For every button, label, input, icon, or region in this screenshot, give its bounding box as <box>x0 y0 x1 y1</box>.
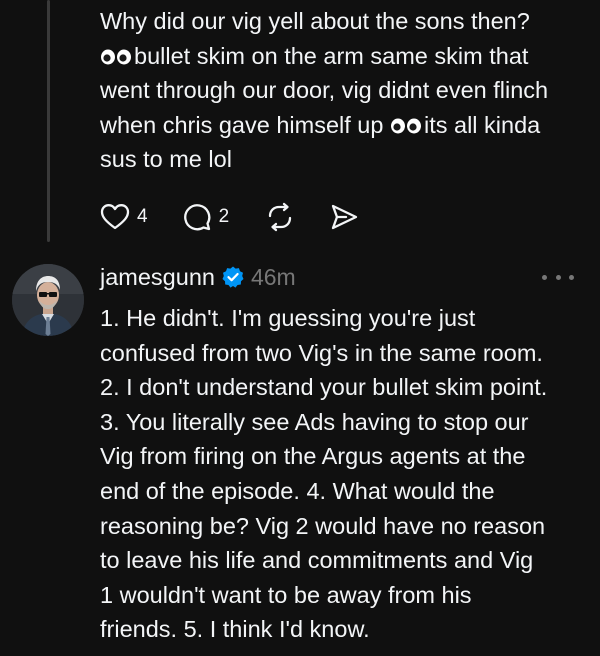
dot <box>555 274 561 280</box>
reply-post-text: 1. He didn't. I'm guessing you're just c… <box>100 301 590 647</box>
reply-line-1: 1. He didn't. I'm guessing you're just <box>100 305 476 331</box>
repost-icon <box>269 202 292 232</box>
reply-line-6: end of the episode. 4. What would the <box>100 477 495 504</box>
post-line-1: Why did our vig yell about the sons then… <box>100 8 530 34</box>
username[interactable]: jamesgunn <box>100 264 215 291</box>
share-button[interactable] <box>329 202 359 232</box>
reply-line-3: 2. I don't understand your bullet skim p… <box>100 374 548 401</box>
reply-line-8: to leave his life and commitments and Vi… <box>100 547 534 574</box>
eyes-emoji-icon <box>390 118 422 134</box>
more-options-icon[interactable] <box>542 266 574 288</box>
post-line-4: when chris gave himself up <box>100 111 384 138</box>
send-icon <box>332 204 358 230</box>
reply-line-2: confused from two Vig's in the same room… <box>100 339 543 366</box>
like-button[interactable]: 4 <box>100 203 148 231</box>
dot <box>542 274 547 280</box>
verified-badge-icon <box>222 266 244 288</box>
reply-button[interactable]: 2 <box>182 202 230 232</box>
reply-header: jamesgunn 46m <box>100 258 296 296</box>
profile-photo-icon <box>12 264 84 336</box>
post-timestamp: 46m <box>250 263 296 290</box>
eyes-emoji-icon <box>100 49 132 65</box>
post-line-4b: its all kinda <box>423 111 541 138</box>
like-count: 4 <box>137 206 148 227</box>
parent-post-text: Why did our vig yell about the sons then… <box>100 4 588 177</box>
post-action-bar: 4 2 <box>100 199 359 235</box>
avatar[interactable] <box>12 264 84 336</box>
comment-icon <box>183 204 210 231</box>
post-line-2: bullet skim on the arm same skim that <box>134 42 529 69</box>
reply-line-10: friends. 5. I think I'd know. <box>100 616 370 643</box>
repost-button[interactable] <box>265 202 295 232</box>
heart-icon <box>100 204 130 230</box>
post-line-3: went through our door, vig didnt even fl… <box>100 77 549 103</box>
dot <box>569 274 574 280</box>
thread-connector-line <box>47 0 50 242</box>
post-line-5: sus to me lol <box>100 146 232 172</box>
reply-line-7: reasoning be? Vig 2 would have no reason <box>100 512 546 539</box>
reply-line-5: Vig from firing on the Argus agents at t… <box>100 443 526 470</box>
reply-line-4: 3. You literally see Ads having to stop … <box>100 408 529 435</box>
reply-count: 2 <box>218 206 230 227</box>
reply-line-9: 1 wouldn't want to be away from his <box>100 581 472 608</box>
